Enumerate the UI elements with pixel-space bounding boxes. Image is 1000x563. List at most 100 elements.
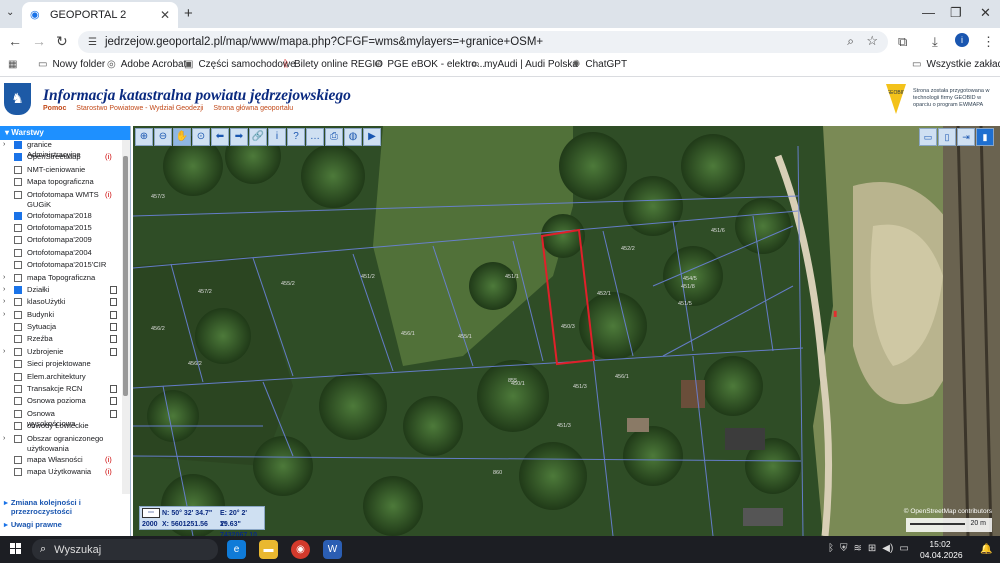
clock[interactable]: 15:02 04.04.2026 bbox=[920, 539, 963, 561]
expand-icon[interactable]: › bbox=[3, 310, 11, 320]
expand-icon[interactable]: › bbox=[3, 140, 11, 150]
layer-item[interactable]: › Działki bbox=[0, 285, 122, 297]
layer-item[interactable]: mapa Własności (i) bbox=[0, 455, 122, 467]
layer-item[interactable]: Ortofotomapa WMTS GUGiK (i) bbox=[0, 190, 122, 211]
layer-item[interactable]: Sytuacja bbox=[0, 322, 122, 334]
layout-left-icon[interactable]: ▯ bbox=[938, 128, 956, 146]
layer-item[interactable]: Elem.architektury bbox=[0, 372, 122, 384]
layer-item[interactable]: › mapa Topograficzna bbox=[0, 273, 122, 285]
address-bar[interactable]: ☰ jedrzejow.geoportal2.pl/map/www/mapa.p… bbox=[78, 31, 888, 53]
layer-checkbox[interactable] bbox=[14, 273, 22, 282]
main-page-link[interactable]: Strona główna geoportalu bbox=[213, 105, 293, 112]
layer-item[interactable]: mapa Użytkowania (i) bbox=[0, 467, 122, 479]
battery-icon[interactable]: ▭ bbox=[899, 543, 908, 554]
layer-item[interactable]: › Obszar ograniczonego użytkowania bbox=[0, 434, 122, 455]
legend-doc-icon[interactable] bbox=[110, 347, 117, 356]
layer-checkbox[interactable] bbox=[14, 248, 22, 257]
link-icon[interactable]: 🔗 bbox=[249, 128, 267, 146]
layer-item[interactable]: Ortofotomapa'2015 bbox=[0, 223, 122, 235]
layer-checkbox[interactable] bbox=[14, 211, 22, 220]
close-tab-icon[interactable]: ✕ bbox=[160, 8, 170, 22]
bookmark-parts[interactable]: ▣ Części samochodowe bbox=[184, 59, 296, 70]
network-icon[interactable]: ⊞ bbox=[868, 543, 876, 554]
maximize-icon[interactable]: ❐ bbox=[950, 5, 962, 21]
zoom-in-icon[interactable]: ⊕ bbox=[135, 128, 153, 146]
office-link[interactable]: Starostwo Powiatowe - Wydział Geodezji bbox=[76, 105, 203, 112]
expand-icon[interactable]: › bbox=[3, 434, 11, 444]
bookmark-chatgpt[interactable]: ✺ ChatGPT bbox=[572, 59, 627, 70]
legend-doc-icon[interactable] bbox=[110, 285, 117, 294]
layer-checkbox[interactable] bbox=[14, 223, 22, 232]
coordinate-system-icon[interactable]: ⋯ bbox=[142, 508, 160, 518]
info-icon[interactable]: (i) bbox=[105, 190, 112, 200]
expand-icon[interactable]: › bbox=[3, 273, 11, 283]
browser-tab[interactable]: ◉ GEOPORTAL 2 ✕ bbox=[22, 2, 178, 28]
expand-icon[interactable]: › bbox=[3, 297, 11, 307]
layer-checkbox[interactable] bbox=[14, 190, 22, 199]
profile-avatar[interactable]: i bbox=[955, 33, 969, 47]
map-view[interactable]: ▮ 457/3 457/2 456/2 456/1 455/2 451/2 451/1 452… bbox=[133, 126, 1000, 536]
layer-checkbox[interactable] bbox=[14, 178, 22, 187]
defender-icon[interactable]: ⛨ bbox=[840, 543, 848, 554]
reload-icon[interactable]: ↻ bbox=[56, 33, 68, 50]
layer-checkbox[interactable] bbox=[14, 236, 22, 245]
layer-checkbox[interactable] bbox=[14, 153, 22, 162]
extensions-icon[interactable]: ⧉ bbox=[898, 34, 907, 50]
forward-icon[interactable]: → bbox=[32, 33, 46, 49]
legal-link[interactable]: ▸ Uwagi prawne bbox=[0, 518, 130, 531]
back-icon[interactable]: ← bbox=[8, 33, 22, 49]
print-icon[interactable]: ⎙ bbox=[325, 128, 343, 146]
info-icon[interactable]: i bbox=[268, 128, 286, 146]
window-close-icon[interactable]: ✕ bbox=[980, 5, 991, 21]
layout-export-icon[interactable]: ⇥ bbox=[957, 128, 975, 146]
taskbar-search[interactable]: ⌕ Wyszukaj bbox=[32, 539, 218, 560]
next-view-icon[interactable]: ➡ bbox=[230, 128, 248, 146]
layer-checkbox[interactable] bbox=[14, 347, 22, 356]
layer-item[interactable]: Sieci projektowane bbox=[0, 359, 122, 371]
bookmark-pge[interactable]: ⊛ PGE eBOK - elektro... bbox=[374, 59, 485, 70]
edge-icon[interactable]: e bbox=[227, 540, 246, 559]
layer-checkbox[interactable] bbox=[14, 434, 22, 443]
globe-icon[interactable]: ◍ bbox=[344, 128, 362, 146]
legend-doc-icon[interactable] bbox=[110, 335, 117, 344]
layers-header[interactable]: ▾ Warstwy bbox=[0, 126, 130, 140]
legend-doc-icon[interactable] bbox=[110, 385, 117, 394]
zoom-extent-icon[interactable]: ⊙ bbox=[192, 128, 210, 146]
layer-checkbox[interactable] bbox=[14, 165, 22, 174]
layer-item[interactable]: obwody Łowieckie bbox=[0, 421, 122, 433]
layer-item[interactable]: Transakcje RCN bbox=[0, 384, 122, 396]
zoom-out-icon[interactable]: ⊖ bbox=[154, 128, 172, 146]
info-icon[interactable]: (i) bbox=[105, 455, 112, 465]
scroll-thumb[interactable] bbox=[123, 156, 128, 396]
layer-checkbox[interactable] bbox=[14, 455, 22, 464]
layer-item[interactable]: Ortofotomapa'2009 bbox=[0, 235, 122, 247]
layer-item[interactable]: › Budynki bbox=[0, 310, 122, 322]
layer-checkbox[interactable] bbox=[14, 397, 22, 406]
layer-item[interactable]: › granice Administracyjne bbox=[0, 140, 122, 159]
layer-item[interactable]: Osnowa wysokościowa bbox=[0, 409, 122, 428]
chrome-icon[interactable]: ◉ bbox=[291, 540, 310, 559]
measure-icon[interactable]: … bbox=[306, 128, 324, 146]
layer-item[interactable]: Rzeźba bbox=[0, 334, 122, 346]
layer-item[interactable]: › Uzbrojenie bbox=[0, 347, 122, 359]
bluetooth-icon[interactable]: ᛒ bbox=[828, 543, 834, 554]
apps-icon[interactable]: ▦ bbox=[8, 59, 22, 70]
layer-item[interactable]: Osnowa pozioma bbox=[0, 396, 122, 408]
layer-item[interactable]: NMT-cieniowanie bbox=[0, 165, 122, 177]
layer-item[interactable]: Ortofotomapa'2018 bbox=[0, 211, 122, 223]
file-explorer-icon[interactable]: ▬ bbox=[259, 540, 278, 559]
notification-bell-icon[interactable]: 🔔 bbox=[980, 544, 992, 555]
layer-item[interactable]: Ortofotomapa'2015'CIR bbox=[0, 260, 122, 272]
layer-checkbox[interactable] bbox=[14, 385, 22, 394]
previous-view-icon[interactable]: ⬅ bbox=[211, 128, 229, 146]
layer-item[interactable]: OpenStreetMap (i) bbox=[0, 152, 122, 164]
all-bookmarks[interactable]: ▭Wszystkie zakładki bbox=[912, 59, 1000, 70]
legend-doc-icon[interactable] bbox=[110, 298, 117, 307]
new-tab-icon[interactable]: + bbox=[184, 5, 193, 22]
layer-checkbox[interactable] bbox=[14, 467, 22, 476]
layer-checkbox[interactable] bbox=[14, 141, 22, 149]
layer-checkbox[interactable] bbox=[14, 323, 22, 332]
query-icon[interactable]: ? bbox=[287, 128, 305, 146]
word-icon[interactable]: W bbox=[323, 540, 342, 559]
bookmark-star-icon[interactable]: ☆ bbox=[866, 33, 878, 49]
